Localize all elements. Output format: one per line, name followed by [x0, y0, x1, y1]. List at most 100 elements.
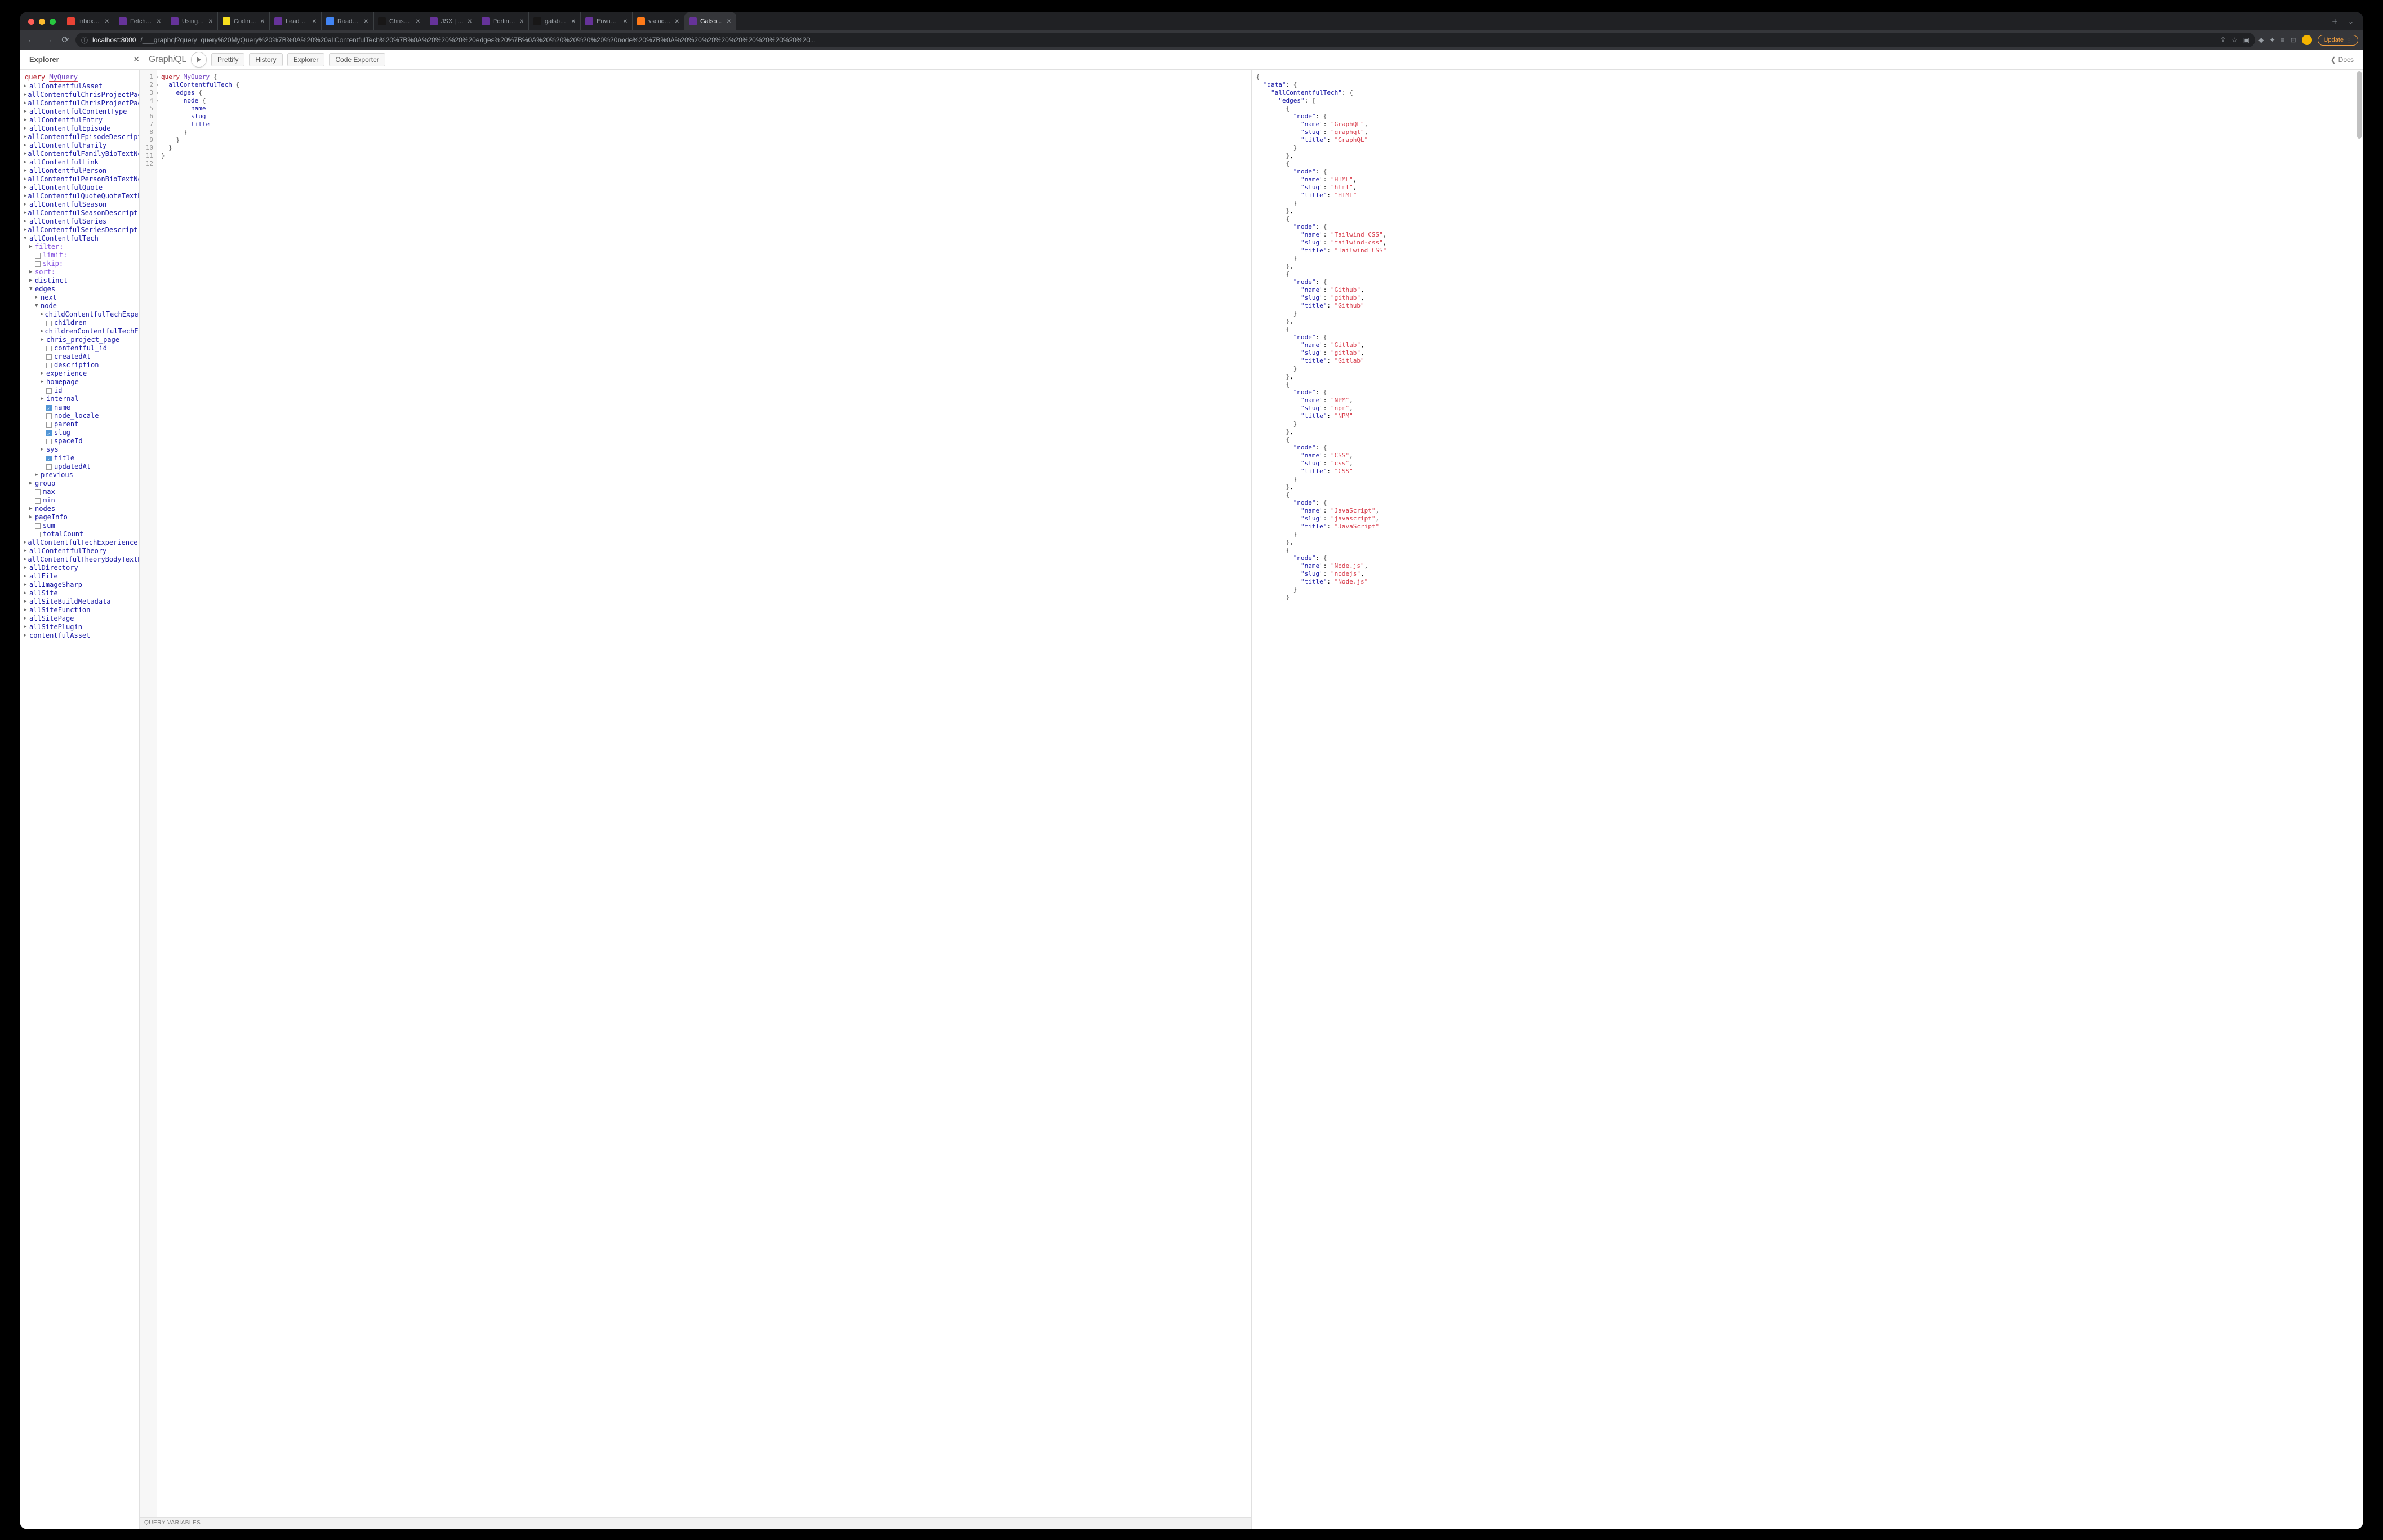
share-icon[interactable]: ⇪: [2220, 36, 2226, 44]
reading-list-icon[interactable]: ≡: [2280, 36, 2284, 44]
explorer-field[interactable]: ▶allContentfulEntry: [23, 116, 137, 124]
explorer-field[interactable]: ▶allContentfulSeriesDescriptionTextNode: [23, 226, 137, 234]
query-editor[interactable]: 123456789101112 query MyQuery { allConte…: [140, 70, 1251, 1517]
explorer-field[interactable]: ▶allFile: [23, 572, 137, 581]
history-button[interactable]: History: [249, 53, 282, 66]
explorer-leaf[interactable]: updatedAt: [23, 462, 137, 471]
explorer-leaf[interactable]: spaceId: [23, 437, 137, 446]
code-exporter-button[interactable]: Code Exporter: [329, 53, 385, 66]
close-tab-icon[interactable]: ✕: [675, 19, 679, 25]
explorer-field[interactable]: ▶allSiteFunction: [23, 606, 137, 615]
close-window-icon[interactable]: [28, 19, 34, 25]
back-button[interactable]: ←: [25, 33, 38, 47]
explorer-field[interactable]: ▶allContentfulQuoteQuoteTextNode: [23, 192, 137, 201]
close-tab-icon[interactable]: ✕: [312, 19, 317, 25]
explorer-field[interactable]: totalCount: [23, 530, 137, 538]
browser-tab[interactable]: Porting LaRo ✕: [477, 12, 529, 30]
camera-icon[interactable]: ▣: [2243, 36, 2249, 44]
explorer-field-expanded[interactable]: ▼allContentfulTech: [23, 234, 137, 243]
browser-tab[interactable]: ChrisLaRocc ✕: [374, 12, 425, 30]
explorer-leaf[interactable]: description: [23, 361, 137, 370]
explorer-field[interactable]: ▶allContentfulTechExperienceTextNode: [23, 538, 137, 547]
explorer-field[interactable]: ▶allContentfulTheory: [23, 547, 137, 555]
browser-tab[interactable]: Gatsby - Gra ✕: [684, 12, 736, 30]
explorer-leaf[interactable]: id: [23, 386, 137, 395]
explorer-field[interactable]: ▶allContentfulContentType: [23, 108, 137, 116]
bookmark-icon[interactable]: ☆: [2231, 36, 2238, 44]
explorer-field[interactable]: ▶allContentfulEpisode: [23, 124, 137, 133]
explorer-leaf[interactable]: title: [23, 454, 137, 462]
explorer-field[interactable]: ▶allSitePlugin: [23, 623, 137, 631]
browser-tab[interactable]: Using Defer ✕: [166, 12, 218, 30]
explorer-button[interactable]: Explorer: [287, 53, 325, 66]
explorer-field[interactable]: ▶allContentfulPerson: [23, 167, 137, 175]
explorer-panel[interactable]: query MyQuery▶allContentfulAsset▶allCont…: [20, 70, 140, 1529]
explorer-arg[interactable]: ▶filter:: [23, 243, 137, 251]
docs-button[interactable]: ❮Docs: [2331, 56, 2358, 64]
explorer-field[interactable]: sum: [23, 522, 137, 530]
close-tab-icon[interactable]: ✕: [208, 19, 213, 25]
scrollbar[interactable]: [2357, 71, 2362, 1528]
explorer-leaf[interactable]: slug: [23, 429, 137, 437]
forward-button[interactable]: →: [42, 33, 55, 47]
downloads-icon[interactable]: ⊡: [2290, 36, 2296, 44]
explorer-field[interactable]: ▶group: [23, 479, 137, 488]
tab-overflow-icon[interactable]: ⌄: [2344, 17, 2358, 25]
explorer-field[interactable]: ▶nodes: [23, 505, 137, 513]
explorer-field[interactable]: ▶allContentfulSeasonDescriptionTextNode: [23, 209, 137, 217]
browser-tab[interactable]: Fetch data fr ✕: [114, 12, 166, 30]
explorer-arg[interactable]: limit:: [23, 251, 137, 260]
avatar-icon[interactable]: [2302, 35, 2312, 45]
close-icon[interactable]: ✕: [133, 55, 140, 64]
explorer-field-expanded[interactable]: ▼node: [23, 302, 137, 310]
site-info-icon[interactable]: ⓘ: [81, 35, 88, 45]
explorer-field[interactable]: ▶allContentfulFamilyBioTextNode: [23, 150, 137, 158]
shield-icon[interactable]: ◆: [2258, 36, 2264, 44]
explorer-field[interactable]: ▶allSite: [23, 589, 137, 598]
query-code[interactable]: query MyQuery { allContentfulTech { edge…: [157, 70, 244, 1517]
explorer-field[interactable]: ▶allContentfulPersonBioTextNode: [23, 175, 137, 184]
explorer-field[interactable]: ▶allContentfulChrisProjectPage: [23, 91, 137, 99]
explorer-leaf[interactable]: children: [23, 319, 137, 327]
maximize-window-icon[interactable]: [50, 19, 56, 25]
explorer-field[interactable]: ▶allContentfulSeries: [23, 217, 137, 226]
explorer-field[interactable]: ▶next: [23, 293, 137, 302]
explorer-field[interactable]: max: [23, 488, 137, 496]
explorer-field[interactable]: ▶allDirectory: [23, 564, 137, 572]
explorer-field[interactable]: ▶allContentfulSeason: [23, 201, 137, 209]
explorer-field[interactable]: ▶previous: [23, 471, 137, 479]
explorer-field[interactable]: ▶distinct: [23, 277, 137, 285]
explorer-field[interactable]: ▶allSitePage: [23, 615, 137, 623]
explorer-leaf[interactable]: ▶experience: [23, 370, 137, 378]
explorer-field[interactable]: ▶allContentfulLink: [23, 158, 137, 167]
explorer-arg[interactable]: ▶sort:: [23, 268, 137, 277]
prettify-button[interactable]: Prettify: [211, 53, 244, 66]
explorer-leaf[interactable]: ▶chris_project_page: [23, 336, 137, 344]
browser-tab[interactable]: vscode sett ✕: [633, 12, 684, 30]
explorer-leaf[interactable]: ▶childContentfulTechExperienceTextN: [23, 310, 137, 319]
close-tab-icon[interactable]: ✕: [519, 19, 524, 25]
query-variables-label[interactable]: QUERY VARIABLES: [140, 1517, 1251, 1529]
explorer-field[interactable]: ▶allContentfulChrisProjectPageBodyTextNo…: [23, 99, 137, 108]
reload-button[interactable]: ⟳: [59, 33, 72, 47]
explorer-field[interactable]: ▶allContentfulQuote: [23, 184, 137, 192]
close-tab-icon[interactable]: ✕: [571, 19, 576, 25]
close-tab-icon[interactable]: ✕: [623, 19, 628, 25]
close-tab-icon[interactable]: ✕: [260, 19, 265, 25]
explorer-field[interactable]: min: [23, 496, 137, 505]
explorer-leaf[interactable]: ▶internal: [23, 395, 137, 403]
browser-tab[interactable]: Lead Solutio ✕: [270, 12, 322, 30]
close-tab-icon[interactable]: ✕: [105, 19, 109, 25]
explorer-arg[interactable]: skip:: [23, 260, 137, 268]
explorer-leaf[interactable]: name: [23, 403, 137, 412]
execute-button[interactable]: [191, 52, 207, 68]
browser-tab[interactable]: JSX | Gatsby ✕: [425, 12, 477, 30]
minimize-window-icon[interactable]: [39, 19, 45, 25]
browser-tab[interactable]: Roadmap | B ✕: [322, 12, 374, 30]
browser-tab[interactable]: Coding Gam ✕: [218, 12, 270, 30]
close-tab-icon[interactable]: ✕: [364, 19, 368, 25]
explorer-field[interactable]: ▶allImageSharp: [23, 581, 137, 589]
explorer-leaf[interactable]: ▶sys: [23, 446, 137, 454]
explorer-field[interactable]: ▶pageInfo: [23, 513, 137, 522]
close-tab-icon[interactable]: ✕: [157, 19, 161, 25]
